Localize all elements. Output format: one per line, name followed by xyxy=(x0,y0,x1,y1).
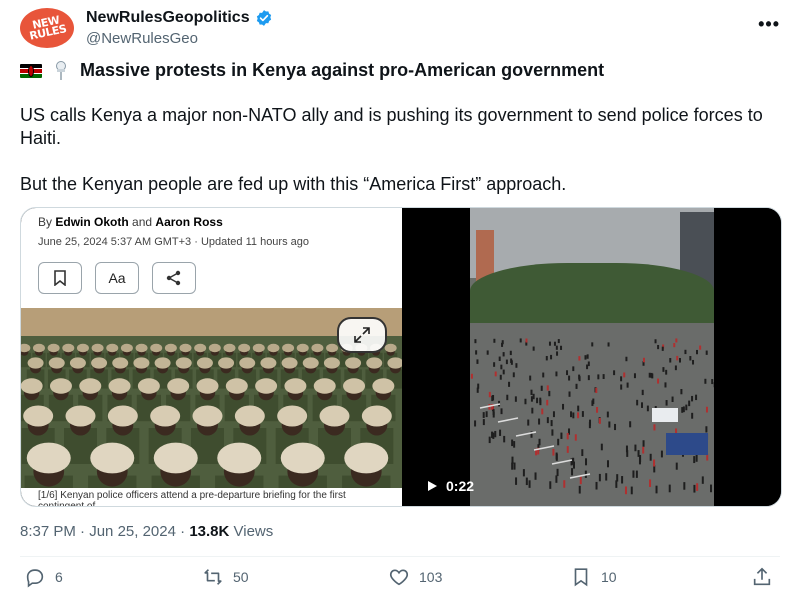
article-screenshot-image[interactable]: By Edwin Okoth and Aaron Ross June 25, 2… xyxy=(21,208,402,507)
text-size-button: Aa xyxy=(95,262,139,294)
divider xyxy=(20,556,780,557)
video-timestamp: 0:22 xyxy=(426,478,474,494)
avatar-logo-text: NEW RULES xyxy=(28,13,68,43)
author-block: NewRulesGeopolitics @NewRulesGeo xyxy=(86,9,273,47)
post-date[interactable]: Jun 25, 2024 xyxy=(89,523,176,540)
verified-badge-icon xyxy=(256,10,271,26)
bookmark-count: 10 xyxy=(601,569,617,585)
post-time[interactable]: 8:37 PM xyxy=(20,523,76,540)
post-paragraph-2: But the Kenyan people are fed up with th… xyxy=(20,174,567,194)
bookmark-icon xyxy=(54,270,66,286)
more-options-icon[interactable]: ••• xyxy=(758,14,780,35)
avatar[interactable]: NEW RULES xyxy=(20,8,74,48)
post-body: US calls Kenya a major non-NATO ally and… xyxy=(20,104,780,219)
reply-count: 6 xyxy=(55,569,63,585)
views-count: 13.8K xyxy=(189,523,230,540)
expand-image-button xyxy=(337,317,387,353)
reply-button[interactable]: 6 xyxy=(24,566,63,588)
heart-icon xyxy=(389,569,409,586)
crowd-illustration xyxy=(470,338,714,495)
headline-row: Massive protests in Kenya against pro-Am… xyxy=(20,60,604,81)
video-player[interactable]: 0:22 xyxy=(402,208,781,506)
display-name[interactable]: NewRulesGeopolitics xyxy=(86,9,250,27)
media-grid: By Edwin Okoth and Aaron Ross June 25, 2… xyxy=(20,207,782,507)
like-count: 103 xyxy=(419,569,443,585)
article-author-2: Aaron Ross xyxy=(155,215,223,229)
article-author-1: Edwin Okoth xyxy=(55,215,129,229)
expand-icon xyxy=(354,327,370,343)
bookmark-button[interactable]: 10 xyxy=(570,566,617,588)
share-article-button xyxy=(152,262,196,294)
article-dateline: June 25, 2024 5:37 AM GMT+3 · Updated 11… xyxy=(38,236,309,248)
repost-count: 50 xyxy=(233,569,249,585)
action-bar: 6 50 103 10 xyxy=(20,566,780,592)
share-button[interactable] xyxy=(751,566,773,588)
bookmark-article-button xyxy=(38,262,82,294)
pushpin-icon xyxy=(52,60,70,81)
article-photo-caption: [1/6] Kenyan police officers attend a pr… xyxy=(38,490,346,507)
share-icon xyxy=(753,567,771,586)
bookmark-icon xyxy=(574,568,588,587)
repost-icon xyxy=(204,569,222,585)
police-officers-photo xyxy=(21,308,402,488)
kenya-flag-icon xyxy=(20,63,42,78)
video-duration: 0:22 xyxy=(446,478,475,494)
share-icon xyxy=(166,270,181,286)
post-meta: 8:37 PM · Jun 25, 2024 · 13.8K Views xyxy=(20,523,274,540)
protest-video-frame xyxy=(470,208,714,506)
article-byline: By Edwin Okoth and Aaron Ross xyxy=(38,215,223,229)
post-paragraph-1: US calls Kenya a major non-NATO ally and… xyxy=(20,105,763,148)
handle[interactable]: @NewRulesGeo xyxy=(86,30,273,47)
reply-icon xyxy=(26,569,44,588)
views-label: Views xyxy=(233,523,274,540)
headline-text: Massive protests in Kenya against pro-Am… xyxy=(80,60,605,80)
repost-button[interactable]: 50 xyxy=(202,566,249,588)
like-button[interactable]: 103 xyxy=(388,566,442,588)
play-icon xyxy=(428,481,437,491)
